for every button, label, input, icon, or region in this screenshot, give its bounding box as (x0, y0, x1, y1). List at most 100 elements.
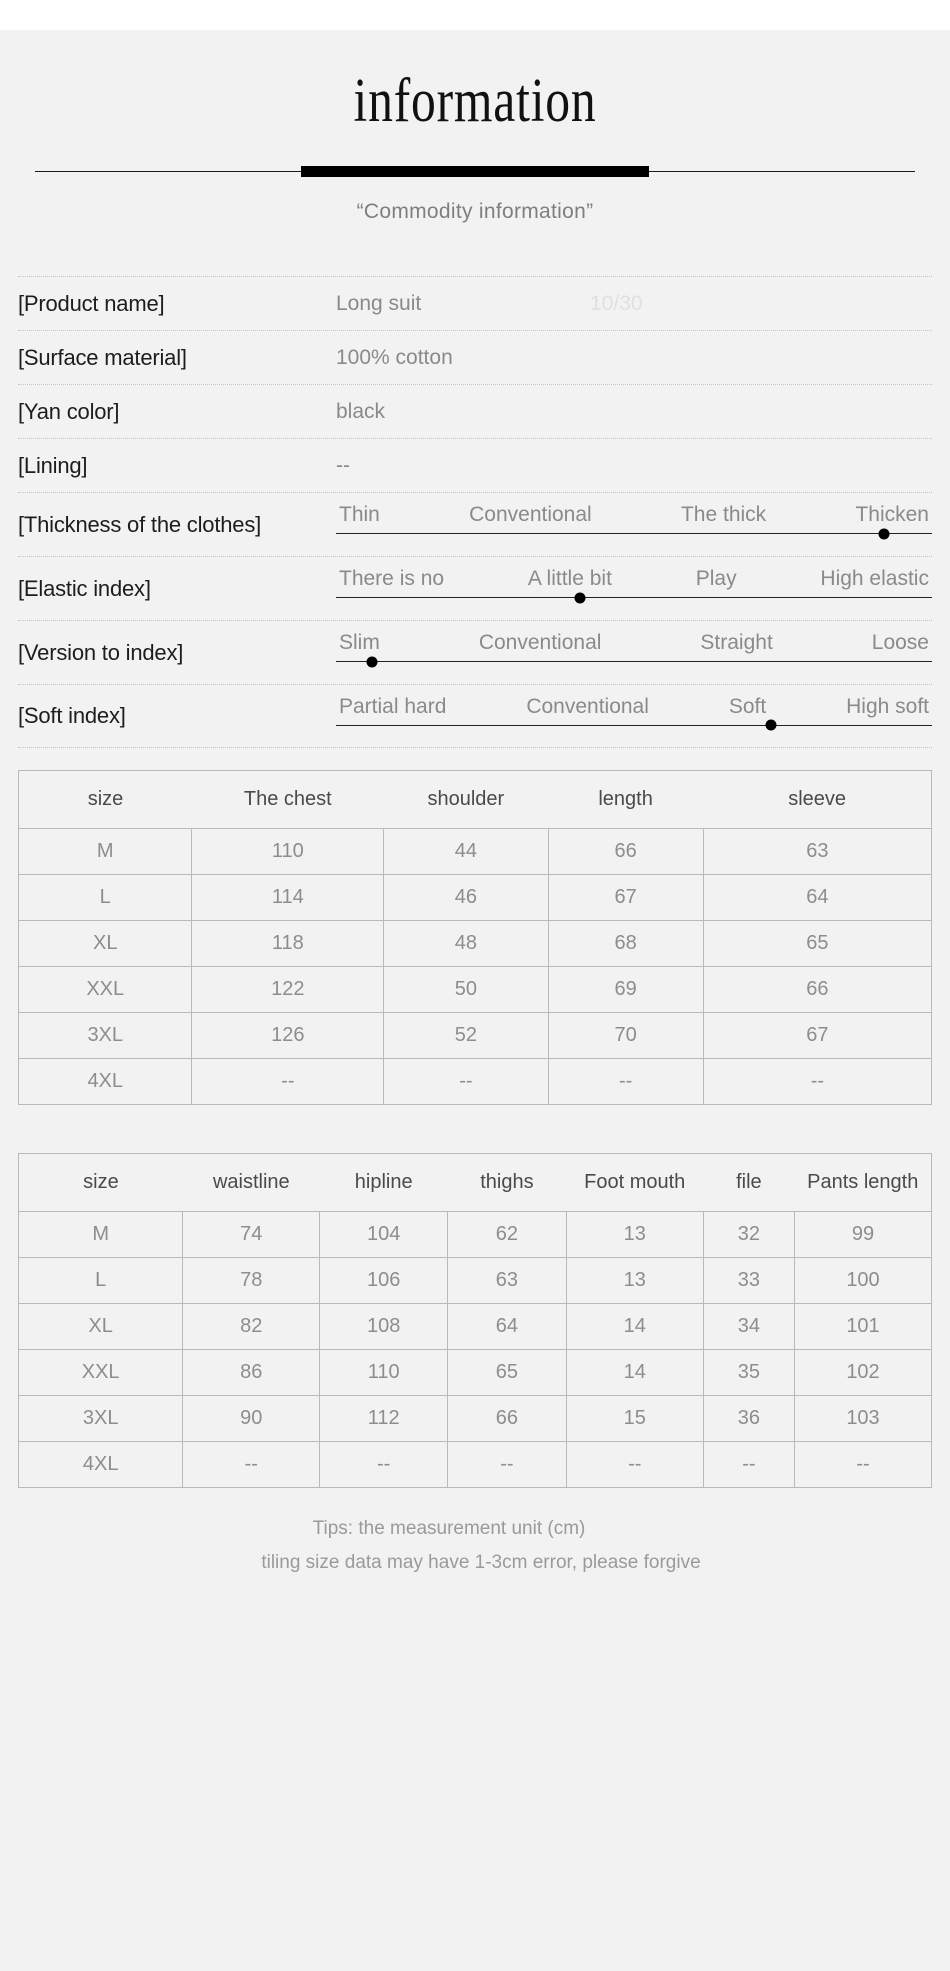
table-cell-size: XXL (18, 1349, 184, 1396)
table-row: XXL 86 110 65 14 35 102 (18, 1349, 932, 1396)
table-column-header: shoulder (383, 770, 549, 829)
table-cell: 69 (548, 966, 704, 1013)
table-column-header: size (18, 1153, 183, 1212)
table-cell: 114 (191, 874, 385, 921)
spec-value: 100% cotton (336, 345, 453, 369)
top-table-head: size The chest shoulder length sleeve (18, 770, 932, 829)
page-header: information “Commodity information” (0, 30, 950, 224)
spec-label: [Lining] (18, 452, 88, 478)
table-cell-size: 4XL (18, 1441, 184, 1488)
scale-option[interactable]: High soft (845, 695, 930, 719)
table-column-header: Pants length (794, 1153, 932, 1212)
scale-slider[interactable]: There is no A little bit Play High elastic (336, 567, 932, 610)
table-cell: 65 (447, 1349, 567, 1396)
table-cell: 118 (191, 920, 385, 967)
scale-option[interactable]: Conventional (468, 503, 593, 527)
table-row: 3XL 126 52 70 67 (18, 1012, 932, 1059)
measurement-tips: Tips: the measurement unit (cm) tiling s… (0, 1512, 950, 1580)
spec-value: black (336, 399, 386, 423)
scale-option[interactable]: Slim (338, 631, 381, 655)
tips-line-1: Tips: the measurement unit (cm) (312, 1518, 586, 1539)
table-cell: 34 (703, 1303, 796, 1350)
table-cell: 82 (182, 1303, 321, 1350)
scale-option[interactable]: A little bit (527, 567, 613, 591)
scale-option[interactable]: Straight (699, 631, 773, 655)
scale-option[interactable]: The thick (680, 503, 767, 527)
scale-track[interactable] (336, 719, 932, 731)
top-table-body: M 110 44 66 63 L 114 46 67 64 XL 118 48 68 65 XXL 122 50 6… (18, 828, 932, 1105)
table-cell: 66 (548, 828, 704, 875)
scale-track[interactable] (336, 656, 932, 667)
table-cell: 13 (566, 1257, 704, 1304)
top-size-table: size The chest shoulder length sleeve M 110 44… (18, 770, 932, 1105)
spec-scale-row: [Version to index] Slim Conventional Straig… (18, 620, 932, 684)
table-row: XL 82 108 64 14 34 101 (18, 1303, 932, 1350)
table-cell: 14 (566, 1349, 704, 1396)
table-cell-size: L (18, 874, 193, 921)
table-cell: -- (182, 1441, 321, 1488)
scale-slider[interactable]: Slim Conventional Straight Loose (336, 631, 932, 674)
table-cell-size: L (18, 1257, 184, 1304)
table-row: 4XL -- -- -- -- -- -- (18, 1441, 932, 1488)
table-cell: -- (191, 1058, 385, 1105)
scale-option[interactable]: Partial hard (338, 695, 447, 719)
table-cell: 64 (703, 874, 932, 921)
scale-marker-dot[interactable] (765, 719, 777, 731)
table-cell: -- (703, 1441, 796, 1488)
scale-track[interactable] (336, 528, 932, 539)
table-cell: 86 (182, 1349, 321, 1396)
table-row: 3XL 90 112 66 15 36 103 (18, 1395, 932, 1442)
scale-option[interactable]: Thin (338, 503, 381, 527)
table-cell: 110 (319, 1349, 449, 1396)
table-cell: 62 (447, 1211, 567, 1258)
table-cell: 126 (191, 1012, 385, 1059)
scale-slider[interactable]: Thin Conventional The thick Thicken (336, 503, 932, 546)
scale-option[interactable]: Loose (871, 631, 930, 655)
spec-scale-row: [Soft index] Partial hard Conventional Soft… (18, 684, 932, 748)
divider-thick-bar (301, 166, 649, 177)
table-cell: 103 (794, 1395, 932, 1442)
table-cell: 44 (383, 828, 549, 875)
table-cell: 66 (447, 1395, 567, 1442)
scale-marker-dot[interactable] (366, 656, 378, 667)
spec-scale-row: [Elastic index] There is no A little bit Pl… (18, 556, 932, 620)
table-cell-size: 4XL (18, 1058, 193, 1105)
scale-option[interactable]: Thicken (854, 503, 930, 527)
bottom-size-table: size waistline hipline thighs Foot mouth file… (18, 1153, 932, 1488)
table-cell: -- (319, 1441, 449, 1488)
table-cell-size: XXL (18, 966, 193, 1013)
spec-scale-row: [Thickness of the clothes] Thin Convention… (18, 492, 932, 556)
table-cell: -- (447, 1441, 567, 1488)
scale-marker-dot[interactable] (574, 592, 586, 603)
table-cell: 78 (182, 1257, 321, 1304)
scale-option[interactable]: There is no (338, 567, 445, 591)
scale-option[interactable]: Conventional (525, 695, 650, 719)
scale-option[interactable]: Play (695, 567, 738, 591)
table-cell: 48 (383, 920, 549, 967)
tips-line-2: tiling size data may have 1-3cm error, p… (261, 1552, 701, 1573)
table-column-header: The chest (191, 770, 384, 829)
scale-option[interactable]: High elastic (819, 567, 930, 591)
table-cell: 65 (703, 920, 932, 967)
table-cell: 106 (319, 1257, 449, 1304)
scale-option-labels: Slim Conventional Straight Loose (336, 631, 932, 661)
table-cell: 63 (447, 1257, 567, 1304)
scale-marker-dot[interactable] (878, 528, 890, 539)
page-subtitle: “Commodity information” (356, 200, 594, 223)
scale-slider[interactable]: Partial hard Conventional Soft High soft (336, 695, 932, 738)
table-cell: 14 (566, 1303, 704, 1350)
table-column-header: length (548, 770, 704, 829)
spec-row: [Lining] -- (18, 438, 932, 492)
scale-option[interactable]: Soft (728, 695, 767, 719)
table-cell-size: 3XL (18, 1012, 193, 1059)
spec-value-muted: 10/30 (590, 291, 643, 315)
scale-option[interactable]: Conventional (478, 631, 603, 655)
table-cell: 74 (182, 1211, 321, 1258)
table-cell: -- (548, 1058, 704, 1105)
scale-track[interactable] (336, 592, 932, 603)
table-column-header: sleeve (703, 770, 932, 829)
scale-option-labels: Thin Conventional The thick Thicken (336, 503, 932, 533)
table-column-header: thighs (447, 1153, 567, 1212)
table-cell: 90 (182, 1395, 321, 1442)
spec-label: [Surface material] (18, 344, 187, 370)
